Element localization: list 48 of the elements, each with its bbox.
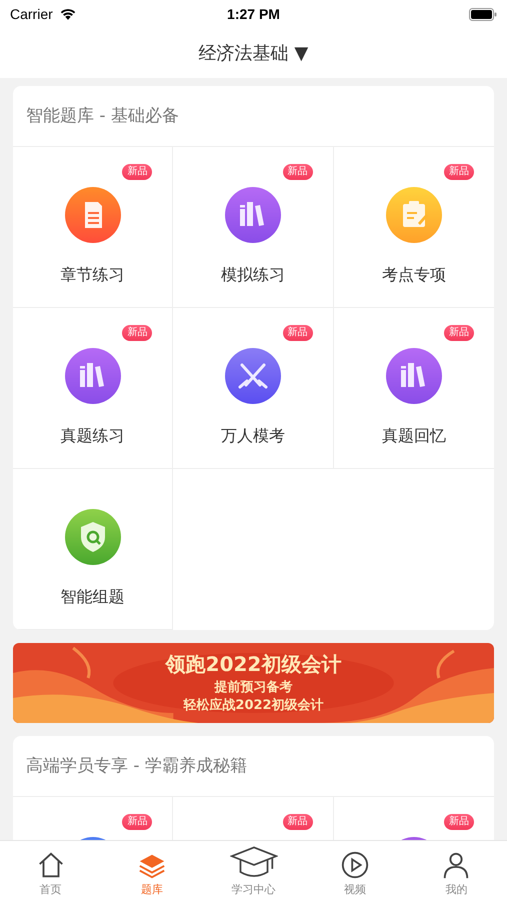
tab-bar-item[interactable]: 首页 — [0, 841, 102, 900]
banner-subline: 轻松应战2022初级会计 — [183, 697, 324, 715]
new-badge: 新品 — [282, 325, 313, 341]
document-icon — [64, 187, 121, 243]
section-title: 智能题库 - 基础必备 — [13, 86, 494, 147]
grid-item[interactable]: 智能组题 — [13, 469, 174, 630]
new-badge: 新品 — [444, 814, 474, 830]
item-label: 章节练习 — [60, 265, 125, 286]
banner-subline: 提前预习备考 — [214, 679, 292, 697]
grid-item[interactable]: 新品 模拟练习 — [173, 147, 334, 308]
clock-time: 1:27 PM — [226, 6, 281, 22]
carrier-label: Carrier — [10, 6, 53, 22]
promo-banner[interactable]: 领跑2022初级会计 提前预习备考 轻松应战2022初级会计 — [13, 643, 494, 723]
books-icon — [64, 348, 121, 404]
item-label: 真题练习 — [60, 426, 125, 447]
new-badge: 新品 — [444, 325, 474, 341]
new-badge: 新品 — [444, 164, 474, 180]
tab-bar-item[interactable]: 题库 — [101, 841, 203, 900]
new-badge: 新品 — [122, 325, 152, 341]
books-icon — [386, 348, 442, 404]
new-badge: 新品 — [122, 164, 152, 180]
tab-bar-item[interactable]: 视频 — [304, 841, 406, 900]
item-label: 万人模考 — [220, 426, 285, 447]
clipboard-icon — [386, 187, 442, 243]
graduation-cap-icon — [230, 845, 278, 880]
battery-icon — [469, 8, 497, 20]
grid-item[interactable]: 新品 真题回忆 — [334, 308, 494, 469]
swords-icon — [224, 348, 281, 404]
books-icon — [224, 187, 281, 243]
grid-item[interactable]: 新品 考点专项 — [334, 147, 494, 308]
item-label: 考点专项 — [382, 265, 446, 286]
banner-headline: 领跑2022初级会计 — [166, 651, 342, 678]
new-badge: 新品 — [282, 164, 313, 180]
item-label: 模拟练习 — [220, 265, 285, 286]
wifi-icon — [58, 8, 77, 20]
play-icon — [340, 850, 370, 880]
grid-item[interactable]: 新品 万人模考 — [173, 308, 334, 469]
tab-bar-item[interactable]: 学习中心 — [202, 841, 304, 900]
item-label: 智能组题 — [60, 587, 125, 608]
tab-bar-item[interactable]: 我的 — [406, 841, 507, 900]
grid-item[interactable]: 新品 真题练习 — [13, 308, 174, 469]
section-title: 高端学员专享 - 学霸养成秘籍 — [13, 736, 494, 797]
item-label: 真题回忆 — [382, 426, 446, 447]
grid-item[interactable]: 新品 章节练习 — [13, 147, 174, 308]
new-badge: 新品 — [282, 814, 313, 830]
new-badge: 新品 — [122, 814, 152, 830]
shield-icon — [64, 509, 121, 565]
subject-dropdown[interactable]: 经济法基础 ▼ — [194, 37, 312, 69]
